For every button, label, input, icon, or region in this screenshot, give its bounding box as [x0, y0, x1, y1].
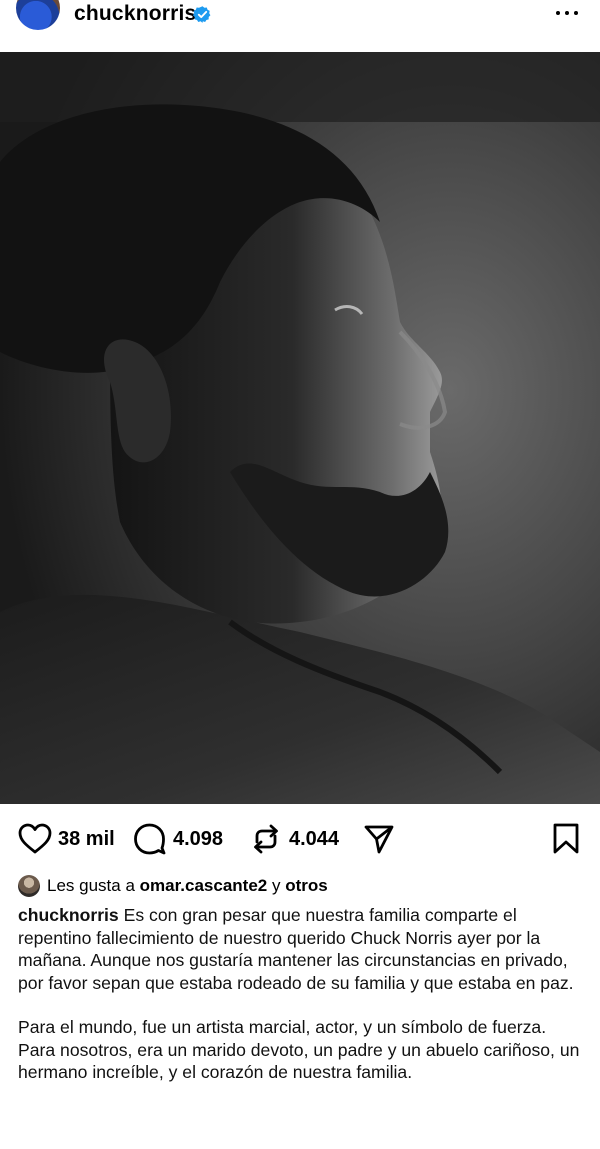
- portrait-photo: [0, 52, 600, 804]
- comment-icon[interactable]: [133, 823, 167, 855]
- avatar[interactable]: [16, 0, 60, 30]
- liked-by-line: Les gusta a omar.cascante2 y otros: [18, 872, 328, 900]
- heart-icon[interactable]: [18, 823, 52, 855]
- username[interactable]: chucknorris: [74, 2, 196, 26]
- comments-count[interactable]: 4.098: [173, 828, 223, 851]
- bookmark-icon[interactable]: [552, 823, 580, 855]
- post-caption: chucknorris Es con gran pesar que nuestr…: [18, 904, 588, 1106]
- caption-paragraph-1: chucknorris Es con gran pesar que nuestr…: [18, 904, 588, 994]
- share-action[interactable]: [363, 823, 395, 855]
- bookmark-action[interactable]: [552, 823, 580, 855]
- liked-by-others[interactable]: otros: [285, 876, 328, 896]
- repost-icon[interactable]: [249, 823, 283, 855]
- caption-author[interactable]: chucknorris: [18, 905, 119, 925]
- verified-badge-icon: [193, 6, 211, 23]
- post-actions-bar: 38 mil 4.098 4.044: [0, 804, 600, 872]
- reposts-count[interactable]: 4.044: [289, 828, 339, 851]
- liked-by-prefix: Les gusta a: [47, 876, 135, 895]
- likes-count[interactable]: 38 mil: [58, 828, 115, 851]
- liker-avatar[interactable]: [18, 875, 40, 897]
- post-image[interactable]: [0, 52, 600, 804]
- like-action[interactable]: 38 mil: [18, 823, 115, 855]
- liked-by-connector: y: [271, 876, 281, 895]
- caption-paragraph-2: Para el mundo, fue un artista marcial, a…: [18, 1017, 580, 1082]
- more-options-icon[interactable]: [556, 8, 582, 18]
- share-icon[interactable]: [363, 823, 395, 855]
- repost-action[interactable]: 4.044: [249, 823, 339, 855]
- liked-by-user[interactable]: omar.cascante2: [140, 876, 268, 896]
- comment-action[interactable]: 4.098: [133, 823, 223, 855]
- post-header: chucknorris: [0, 0, 600, 52]
